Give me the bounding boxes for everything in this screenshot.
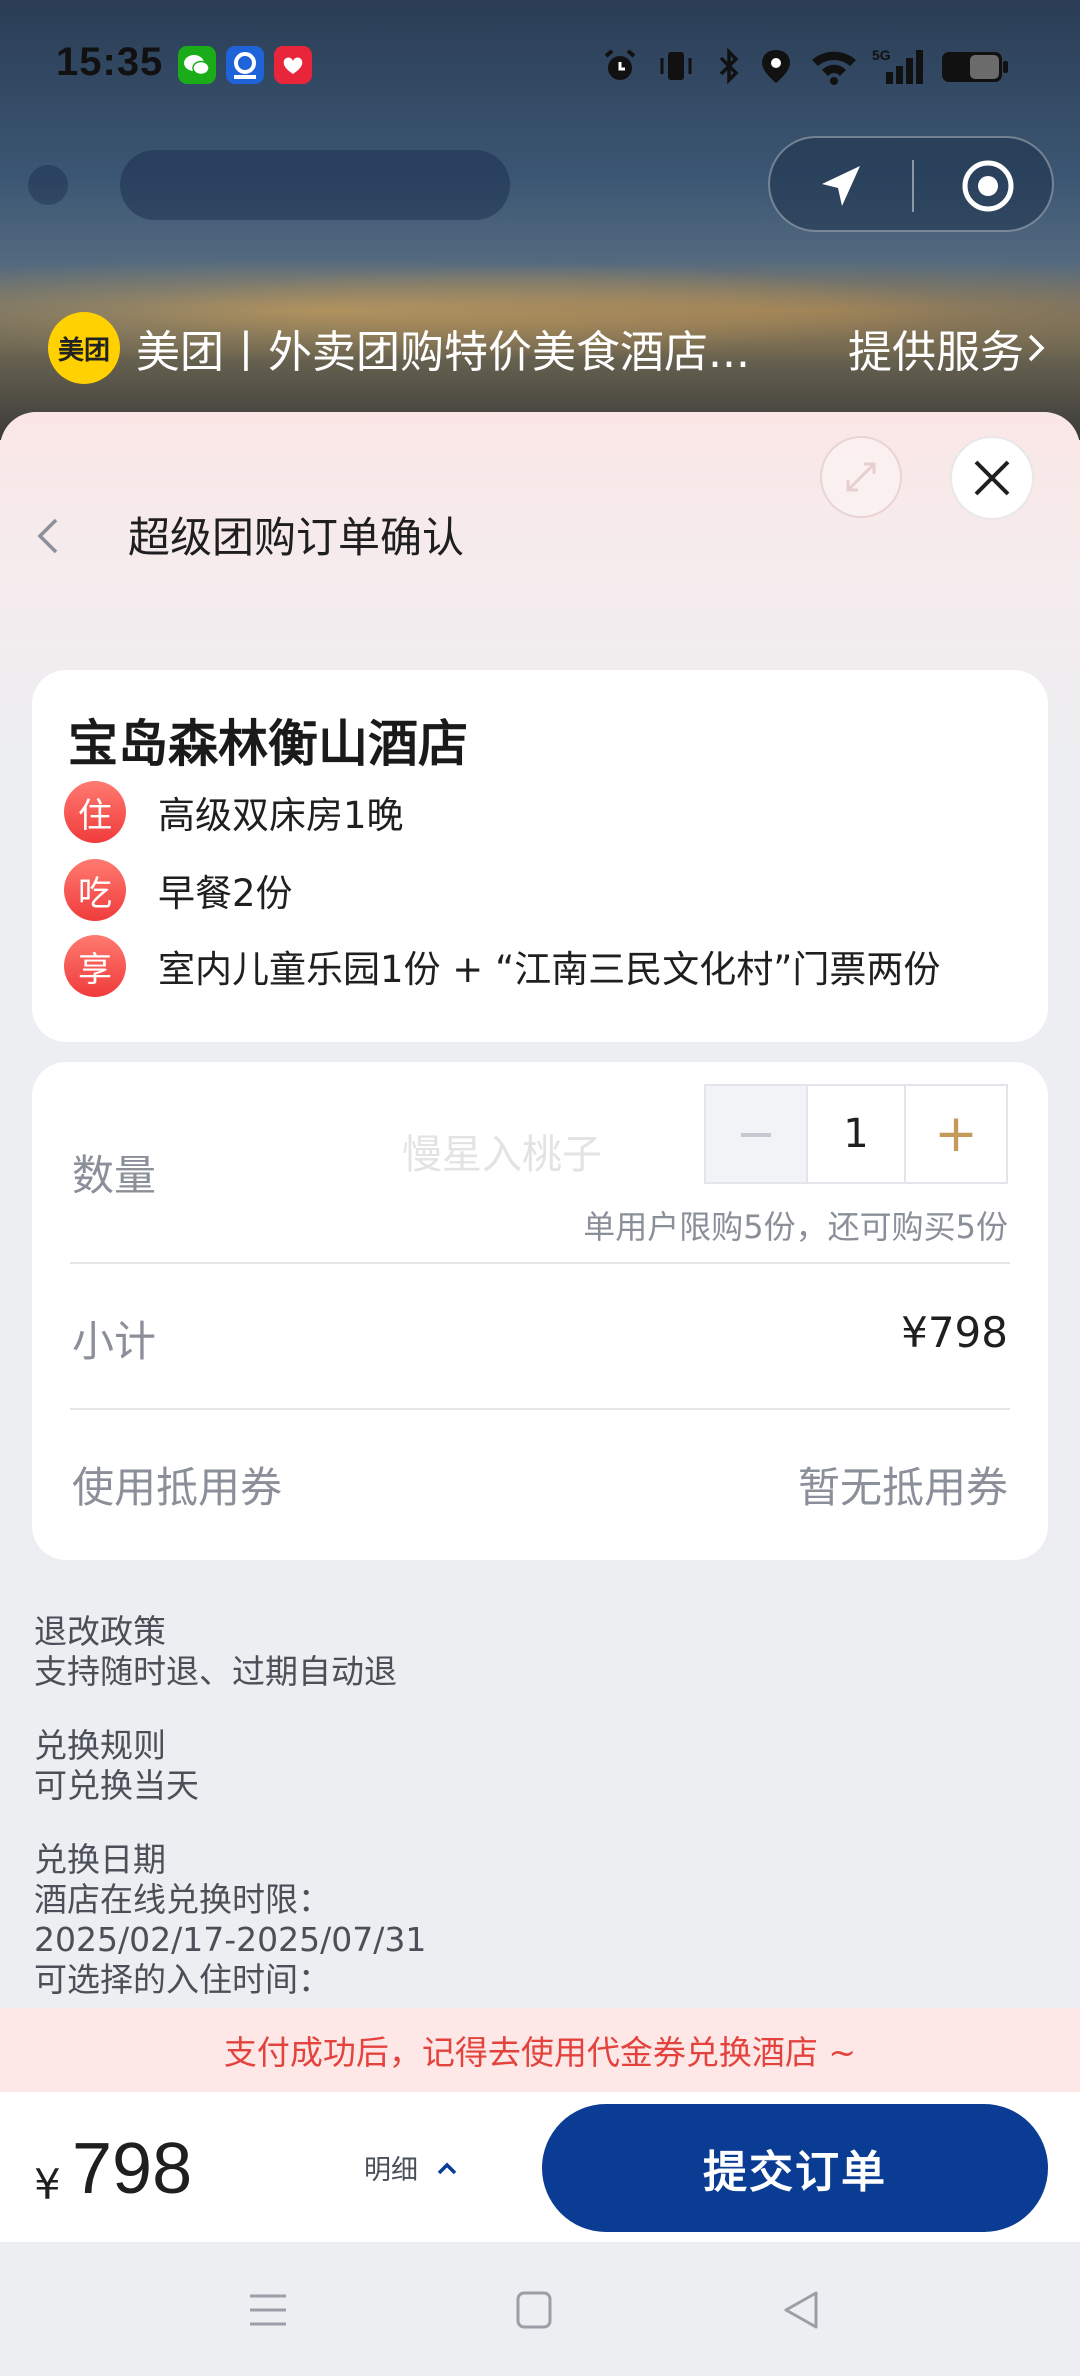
refund-text: 支持随时退、过期自动退 xyxy=(34,1652,397,1691)
bluetooth-icon xyxy=(712,46,746,86)
date-line-2: 2025/02/17-2025/07/31 xyxy=(34,1920,427,1959)
close-button[interactable] xyxy=(950,436,1034,520)
price-detail-toggle[interactable]: 明细 xyxy=(364,2148,464,2187)
page-title: 超级团购订单确认 xyxy=(128,513,465,562)
chevron-right-icon xyxy=(1028,334,1045,362)
purchase-limit-note: 单用户限购5份，还可购买5份 xyxy=(583,1208,1008,1246)
location-icon xyxy=(756,46,796,86)
exchange-rule: 兑换规则 可兑换当天 xyxy=(34,1726,199,1806)
home-icon[interactable] xyxy=(506,2284,562,2336)
meal-tag: 吃 xyxy=(64,859,126,921)
feature-enjoy: 享 室内儿童乐园1份 + “江南三民文化村”门票两份 xyxy=(64,934,940,998)
hotel-card: 宝岛森林衡山酒店 住 高级双床房1晚 吃 早餐2份 享 室内儿童乐园1份 + “… xyxy=(32,670,1048,1042)
enjoy-tag: 享 xyxy=(64,935,126,997)
menu-icon[interactable] xyxy=(240,2284,296,2336)
divider xyxy=(70,1408,1010,1410)
app-notification-icon xyxy=(226,46,264,84)
decrease-button[interactable]: − xyxy=(706,1086,808,1182)
service-provider-link[interactable]: 提供服务 xyxy=(848,316,1048,380)
expand-button[interactable] xyxy=(820,436,902,518)
status-bar: 15:35 5G xyxy=(0,0,1080,130)
system-navigation-bar xyxy=(0,2244,1080,2376)
currency-symbol: ¥ xyxy=(34,2160,61,2209)
order-card: 数量 慢星入桃子 − 1 + 单用户限购5份，还可购买5份 小计 ¥798 使用… xyxy=(32,1062,1048,1560)
feature-text: 高级双床房1晚 xyxy=(158,794,404,837)
date-line-3: 可选择的入住时间： xyxy=(34,1960,331,1999)
back-icon[interactable] xyxy=(774,2284,830,2336)
payment-tip-bar: 支付成功后，记得去使用代金券兑换酒店 ~ xyxy=(0,2008,1080,2092)
back-chevron-icon xyxy=(37,518,58,554)
back-button[interactable] xyxy=(30,508,70,564)
date-title: 兑换日期 xyxy=(34,1840,166,1879)
quantity-value[interactable]: 1 xyxy=(808,1086,906,1182)
mini-program-bar[interactable]: 美团 美团丨外卖团购特价美食酒店... 提供服务 xyxy=(48,310,1048,386)
blurred-search-bar xyxy=(120,150,510,220)
meituan-logo: 美团 xyxy=(48,312,120,384)
feature-stay: 住 高级双床房1晚 xyxy=(64,780,404,844)
mini-program-name: 美团丨外卖团购特价美食酒店... xyxy=(136,327,750,378)
checkout-footer: ¥ 798 明细 提交订单 xyxy=(0,2092,1080,2242)
chevron-up-icon xyxy=(437,2162,457,2174)
blurred-back-icon xyxy=(28,165,68,205)
quantity-stepper: − 1 + xyxy=(704,1084,1008,1184)
order-sheet: 超级团购订单确认 宝岛森林衡山酒店 住 高级双床房1晚 吃 早餐2份 享 室内儿… xyxy=(0,412,1080,2376)
exchange-text: 可兑换当天 xyxy=(34,1766,199,1805)
quantity-label: 数量 xyxy=(72,1151,157,1200)
close-icon xyxy=(974,460,1010,496)
battery-icon xyxy=(940,46,1010,86)
vibrate-icon xyxy=(656,46,696,86)
detail-label: 明细 xyxy=(364,2155,418,2186)
service-label: 提供服务 xyxy=(848,327,1024,378)
expand-icon xyxy=(846,462,876,492)
stay-tag: 住 xyxy=(64,781,126,843)
divider xyxy=(70,1262,1010,1264)
feature-text: 室内儿童乐园1份 + “江南三民文化村”门票两份 xyxy=(158,948,941,991)
subtotal-label: 小计 xyxy=(72,1317,157,1366)
wechat-icon xyxy=(178,46,216,84)
watermark: 慢星入桃子 xyxy=(402,1132,602,1178)
capsule-divider xyxy=(912,160,914,212)
refund-title: 退改政策 xyxy=(34,1612,166,1651)
hotel-name: 宝岛森林衡山酒店 xyxy=(68,715,468,773)
feature-meal: 吃 早餐2份 xyxy=(64,858,293,922)
svg-text:5G: 5G xyxy=(872,47,891,63)
coupon-label[interactable]: 使用抵用券 xyxy=(72,1454,282,1515)
status-time: 15:35 xyxy=(56,40,164,84)
cellular-signal-icon: 5G xyxy=(872,46,926,86)
submit-order-button[interactable]: 提交订单 xyxy=(542,2104,1048,2232)
shopping-app-icon xyxy=(274,46,312,84)
increase-button[interactable]: + xyxy=(906,1086,1006,1182)
wifi-icon xyxy=(808,46,860,86)
refund-policy: 退改政策 支持随时退、过期自动退 xyxy=(34,1612,397,1692)
mini-program-capsule xyxy=(768,136,1054,232)
feature-text: 早餐2份 xyxy=(158,872,293,915)
location-arrow-icon[interactable] xyxy=(810,160,870,212)
coupon-value[interactable]: 暂无抵用券 xyxy=(798,1454,1008,1515)
subtotal-value: ¥798 xyxy=(901,1308,1008,1357)
exchange-date: 兑换日期 酒店在线兑换时限： 2025/02/17-2025/07/31 可选择… xyxy=(34,1840,426,2000)
record-close-icon[interactable] xyxy=(960,158,1016,214)
date-line-1: 酒店在线兑换时限： xyxy=(34,1880,331,1919)
alarm-icon xyxy=(600,46,640,86)
exchange-title: 兑换规则 xyxy=(34,1726,166,1765)
total-price: 798 xyxy=(72,2129,193,2209)
